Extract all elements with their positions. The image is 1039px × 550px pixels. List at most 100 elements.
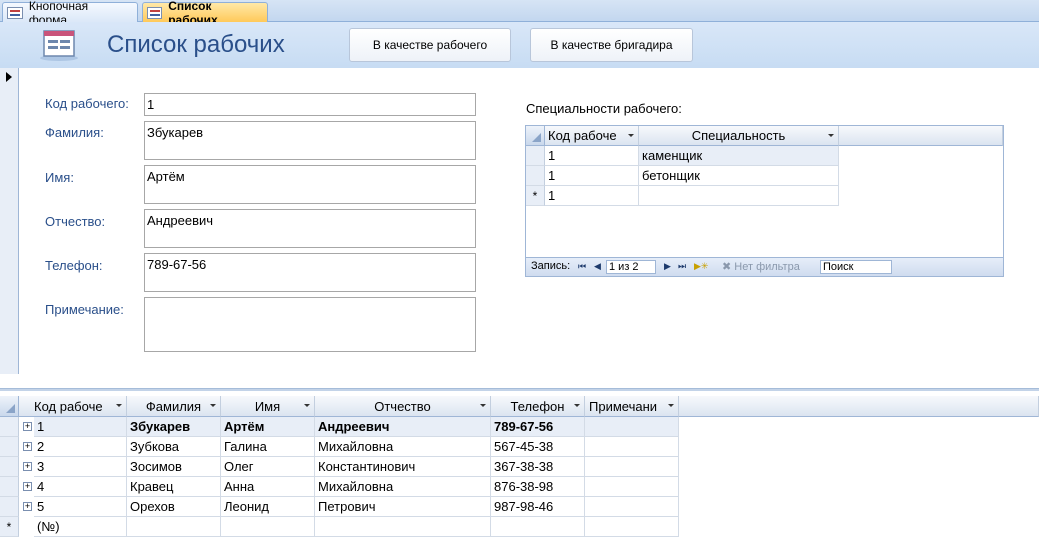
worker-code-cell[interactable]: 2 — [34, 437, 127, 457]
specialty-row-name[interactable]: бетонщик — [639, 166, 839, 186]
column-header-note[interactable]: Примечани — [585, 396, 679, 417]
record-label: Запись: — [531, 260, 571, 272]
worker-lastname-cell[interactable]: Зубкова — [127, 437, 221, 457]
column-header-phone[interactable]: Телефон — [491, 396, 585, 417]
phone-field[interactable]: 789-67-56 — [144, 253, 476, 292]
chevron-down-icon[interactable] — [828, 134, 834, 137]
search-input[interactable]: Поиск — [820, 260, 892, 274]
form-header: Список рабочих В качестве рабочего В кач… — [0, 22, 1039, 68]
row-selector[interactable] — [0, 477, 19, 497]
chevron-down-icon[interactable] — [304, 404, 310, 407]
select-all-corner[interactable] — [0, 396, 19, 417]
first-record-icon[interactable]: ⏮ — [578, 261, 586, 272]
as-worker-button[interactable]: В качестве рабочего — [349, 28, 511, 62]
patronymic-field[interactable]: Андреевич — [144, 209, 476, 248]
column-header-firstname[interactable]: Имя — [221, 396, 315, 417]
new-row-note[interactable] — [585, 517, 679, 537]
worker-phone-cell[interactable]: 987-98-46 — [491, 497, 585, 517]
firstname-field[interactable]: Артём — [144, 165, 476, 204]
column-header-lastname[interactable]: Фамилия — [127, 396, 221, 417]
worker-lastname-cell[interactable]: Зосимов — [127, 457, 221, 477]
as-foreman-button[interactable]: В качестве бригадира — [530, 28, 693, 62]
new-record-nav-icon[interactable]: ▶✳ — [694, 261, 708, 272]
code-field[interactable]: 1 — [144, 93, 476, 116]
worker-code-cell[interactable]: 4 — [34, 477, 127, 497]
worker-patronymic-cell[interactable]: Михайловна — [315, 477, 491, 497]
split-form-splitter[interactable] — [0, 388, 1039, 391]
new-row-phone[interactable] — [491, 517, 585, 537]
chevron-down-icon[interactable] — [574, 404, 580, 407]
worker-phone-cell[interactable]: 876-38-98 — [491, 477, 585, 497]
worker-note-cell[interactable] — [585, 457, 679, 477]
worker-patronymic-cell[interactable]: Константинович — [315, 457, 491, 477]
worker-note-cell[interactable] — [585, 437, 679, 457]
new-row-lastname[interactable] — [127, 517, 221, 537]
specialty-row-name[interactable]: каменщик — [639, 146, 839, 166]
expand-plus-icon[interactable]: + — [23, 502, 32, 511]
row-selector[interactable] — [0, 497, 19, 517]
worker-note-cell[interactable] — [585, 417, 679, 437]
worker-patronymic-cell[interactable]: Петрович — [315, 497, 491, 517]
last-record-icon[interactable]: ⏭ — [678, 261, 686, 272]
tab-switchboard[interactable]: Кнопочная форма — [2, 0, 138, 27]
note-field[interactable] — [144, 297, 476, 352]
expand-plus-icon[interactable]: + — [23, 482, 32, 491]
worker-patronymic-cell[interactable]: Андреевич — [315, 417, 491, 437]
new-row-patronymic[interactable] — [315, 517, 491, 537]
lastname-field[interactable]: Збукарев — [144, 121, 476, 160]
expand-plus-icon[interactable]: + — [23, 462, 32, 471]
form-header-icon — [40, 30, 78, 61]
current-record-input[interactable]: 1 из 2 — [606, 260, 656, 274]
column-header-empty — [679, 396, 1039, 417]
worker-firstname-cell[interactable]: Артём — [221, 417, 315, 437]
new-record-icon[interactable]: * — [526, 186, 545, 206]
chevron-down-icon[interactable] — [116, 404, 122, 407]
new-row-firstname[interactable] — [221, 517, 315, 537]
new-row-specialty[interactable] — [639, 186, 839, 206]
document-tab-bar: Кнопочная форма Список рабочих — [0, 0, 1039, 27]
previous-record-icon[interactable]: ◀ — [594, 261, 601, 272]
worker-firstname-cell[interactable]: Олег — [221, 457, 315, 477]
specialty-row-code[interactable]: 1 — [545, 166, 639, 186]
worker-note-cell[interactable] — [585, 477, 679, 497]
row-selector[interactable] — [526, 166, 545, 186]
worker-lastname-cell[interactable]: Збукарев — [127, 417, 221, 437]
row-selector[interactable] — [0, 457, 19, 477]
chevron-down-icon[interactable] — [628, 134, 634, 137]
tab-workers-list[interactable]: Список рабочих — [142, 0, 268, 27]
worker-lastname-cell[interactable]: Орехов — [127, 497, 221, 517]
worker-phone-cell[interactable]: 567-45-38 — [491, 437, 585, 457]
column-header-firstname-label: Имя — [254, 398, 281, 414]
select-all-corner[interactable] — [526, 126, 545, 146]
new-row-code[interactable]: (№) — [34, 517, 127, 537]
worker-note-cell[interactable] — [585, 497, 679, 517]
expand-plus-icon[interactable]: + — [23, 422, 32, 431]
worker-firstname-cell[interactable]: Анна — [221, 477, 315, 497]
worker-lastname-cell[interactable]: Кравец — [127, 477, 221, 497]
worker-code-cell[interactable]: 5 — [34, 497, 127, 517]
column-header-code[interactable]: Код рабоче — [19, 396, 127, 417]
chevron-down-icon[interactable] — [480, 404, 486, 407]
worker-phone-cell[interactable]: 367-38-38 — [491, 457, 585, 477]
column-header-code[interactable]: Код рабоче — [545, 126, 639, 146]
record-selector[interactable] — [0, 68, 19, 374]
new-record-icon[interactable]: * — [0, 517, 19, 537]
row-selector[interactable] — [0, 437, 19, 457]
chevron-down-icon[interactable] — [668, 404, 674, 407]
worker-phone-cell[interactable]: 789-67-56 — [491, 417, 585, 437]
next-record-icon[interactable]: ▶ — [664, 261, 671, 272]
new-row-code[interactable]: 1 — [545, 186, 639, 206]
column-header-patronymic[interactable]: Отчество — [315, 396, 491, 417]
row-selector[interactable] — [526, 146, 545, 166]
worker-firstname-cell[interactable]: Леонид — [221, 497, 315, 517]
column-header-specialty[interactable]: Специальность — [639, 126, 839, 146]
worker-patronymic-cell[interactable]: Михайловна — [315, 437, 491, 457]
worker-firstname-cell[interactable]: Галина — [221, 437, 315, 457]
chevron-down-icon[interactable] — [210, 404, 216, 407]
no-filter-button[interactable]: ✖ Нет фильтра — [722, 260, 800, 273]
worker-code-cell[interactable]: 1 — [34, 417, 127, 437]
row-selector[interactable] — [0, 417, 19, 437]
expand-plus-icon[interactable]: + — [23, 442, 32, 451]
specialty-row-code[interactable]: 1 — [545, 146, 639, 166]
worker-code-cell[interactable]: 3 — [34, 457, 127, 477]
